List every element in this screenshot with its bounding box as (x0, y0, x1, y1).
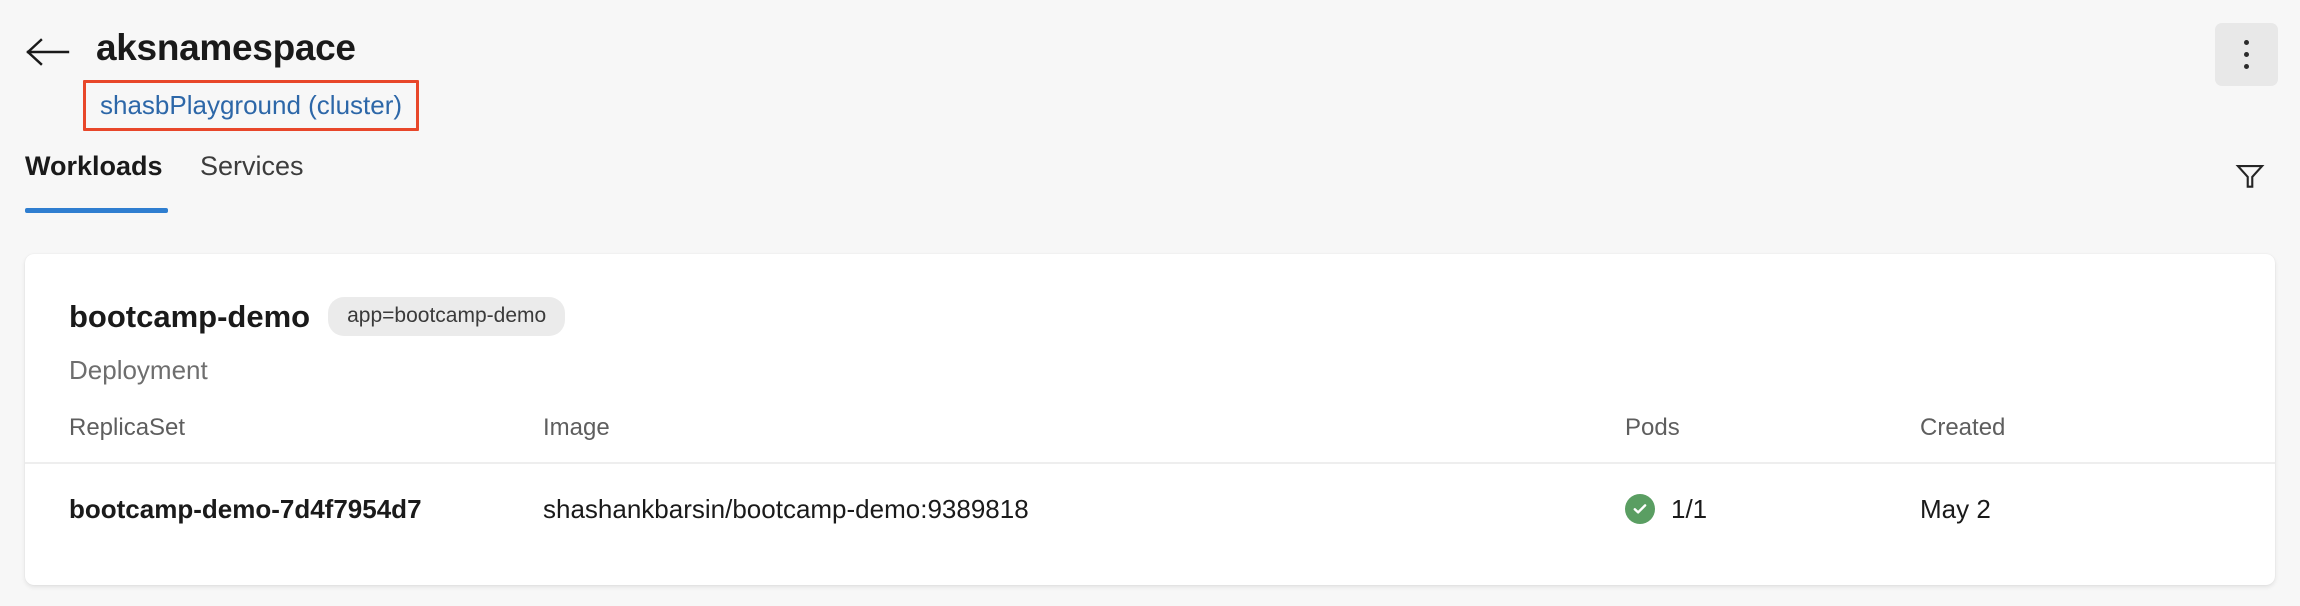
cell-pods-label: 1/1 (1671, 494, 1708, 524)
cell-image: shashankbarsin/bootcamp-demo:9389818 (543, 464, 1623, 554)
column-header-replicaset-label: ReplicaSet (69, 414, 186, 441)
tab-bar: Workloads Services (0, 148, 2300, 222)
resource-name: bootcamp-demo (69, 298, 311, 334)
page-title: aksnamespace (96, 27, 356, 68)
tab-workloads[interactable]: Workloads (25, 148, 168, 222)
cell-created-label: May 2 (1920, 494, 1991, 524)
tab-active-underline (25, 208, 168, 213)
cell-replicaset-label: bootcamp-demo-7d4f7954d7 (69, 494, 422, 524)
cell-created: May 2 (1920, 464, 2250, 554)
tab-services-label: Services (200, 151, 304, 181)
column-header-image-label: Image (543, 414, 610, 441)
column-header-image: Image (543, 394, 1623, 462)
tab-services[interactable]: Services (200, 148, 322, 222)
filter-button[interactable] (2222, 150, 2278, 206)
cell-pods: 1/1 (1625, 464, 1920, 554)
filter-funnel-icon (2233, 159, 2267, 198)
tab-inactive-underline (200, 208, 322, 213)
resource-title-row: bootcamp-demo app=bootcamp-demo (69, 297, 566, 336)
table-row[interactable]: bootcamp-demo-7d4f7954d7 shashankbarsin/… (25, 464, 2275, 554)
overflow-menu-button[interactable] (2215, 23, 2278, 86)
cluster-link-annotation: shasbPlayground (cluster) (83, 80, 420, 131)
tab-workloads-label: Workloads (25, 151, 163, 181)
replicaset-table: ReplicaSet Image Pods Created bootcamp-d… (25, 394, 2275, 554)
page-header: aksnamespace shasbPlayground (cluster) (0, 0, 2300, 160)
column-header-pods: Pods (1625, 394, 1920, 462)
kebab-menu-icon-dot (2244, 64, 2249, 69)
cell-image-label: shashankbarsin/bootcamp-demo:9389818 (543, 494, 1029, 524)
arrow-left-icon (26, 37, 70, 67)
kebab-menu-icon-dot (2244, 52, 2249, 57)
workloads-page: aksnamespace shasbPlayground (cluster) W… (0, 0, 2300, 606)
column-header-pods-label: Pods (1625, 414, 1680, 441)
resource-kind: Deployment (69, 355, 208, 385)
column-header-created-label: Created (1920, 414, 2006, 441)
check-circle-icon (1625, 494, 1655, 524)
column-header-created: Created (1920, 394, 2250, 462)
back-button[interactable] (22, 26, 74, 78)
kebab-menu-icon (2244, 40, 2249, 45)
cluster-link[interactable]: shasbPlayground (cluster) (100, 90, 402, 120)
column-header-replicaset: ReplicaSet (69, 394, 539, 462)
resource-label-badge: app=bootcamp-demo (328, 297, 566, 336)
table-header-row: ReplicaSet Image Pods Created (25, 394, 2275, 464)
workload-card-header: bootcamp-demo app=bootcamp-demo Deployme… (25, 254, 2275, 394)
cell-replicaset: bootcamp-demo-7d4f7954d7 (69, 464, 539, 554)
workload-card: bootcamp-demo app=bootcamp-demo Deployme… (25, 254, 2275, 585)
